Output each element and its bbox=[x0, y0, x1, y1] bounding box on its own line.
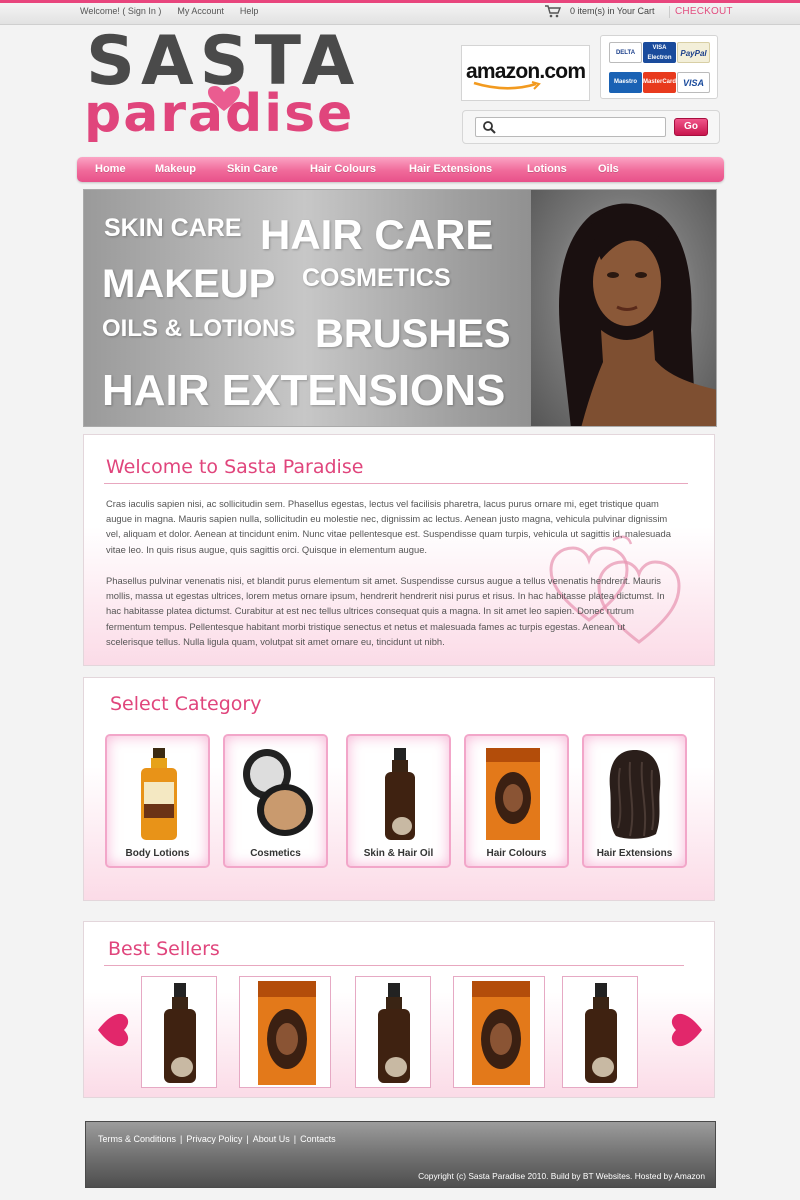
oil-bottle-icon bbox=[385, 748, 415, 840]
amazon-badge[interactable]: amazon.com bbox=[461, 45, 590, 101]
search-go-button[interactable]: Go bbox=[674, 118, 708, 136]
footer: Terms & Conditions | Privacy Policy | Ab… bbox=[85, 1121, 716, 1188]
banner-brushes: BRUSHES bbox=[315, 312, 511, 356]
nav-home[interactable]: Home bbox=[95, 163, 126, 175]
bestseller-coconut-oil-2[interactable] bbox=[355, 976, 431, 1088]
category-hair-colours[interactable]: Hair Colours bbox=[464, 734, 569, 868]
nav-makeup[interactable]: Makeup bbox=[155, 163, 196, 175]
category-label: Cosmetics bbox=[250, 848, 301, 859]
category-label: Hair Colours bbox=[486, 848, 547, 859]
divider bbox=[104, 965, 684, 966]
nav-oils[interactable]: Oils bbox=[598, 163, 619, 175]
nav-skin-care[interactable]: Skin Care bbox=[227, 163, 278, 175]
maestro-card-icon: Maestro bbox=[609, 72, 642, 93]
bestseller-hair-colour-1[interactable] bbox=[239, 976, 331, 1088]
main-nav: Home Makeup Skin Care Hair Colours Hair … bbox=[77, 157, 724, 182]
banner-hair-care: HAIR CARE bbox=[260, 211, 494, 258]
oil-bottle-icon bbox=[378, 983, 410, 1083]
search-icon bbox=[483, 121, 496, 134]
divider: | bbox=[180, 1134, 183, 1144]
hair-extension-icon bbox=[609, 750, 661, 839]
banner-cosmetics: COSMETICS bbox=[302, 264, 451, 292]
bestseller-hair-colour-2[interactable] bbox=[453, 976, 545, 1088]
logo-paradise[interactable]: paradise bbox=[84, 88, 354, 140]
banner-makeup: MAKEUP bbox=[102, 262, 276, 306]
nav-hair-colours[interactable]: Hair Colours bbox=[310, 163, 376, 175]
delta-card-icon: DELTA bbox=[609, 42, 642, 63]
divider: | bbox=[246, 1134, 249, 1144]
about-link[interactable]: About Us bbox=[253, 1134, 290, 1144]
payment-cards: DELTA VISA Electron PayPal Maestro Maste… bbox=[600, 35, 718, 99]
card-label: VISA bbox=[682, 78, 704, 88]
card-label: MasterCard bbox=[643, 79, 677, 85]
copyright-text: Copyright (c) Sasta Paradise 2010. Build… bbox=[418, 1171, 705, 1181]
cart-icon bbox=[545, 5, 562, 18]
welcome-paragraph-1: Cras iaculis sapien nisi, ac sollicitudi… bbox=[106, 498, 671, 555]
hair-colour-box-icon bbox=[258, 981, 316, 1085]
card-label: PayPal bbox=[680, 49, 707, 58]
hero-banner[interactable]: SKIN CARE HAIR CARE MAKEUP COSMETICS OIL… bbox=[83, 189, 717, 427]
mastercard-card-icon: MasterCard bbox=[643, 72, 676, 93]
welcome-panel: Welcome to Sasta Paradise Cras iaculis s… bbox=[83, 434, 715, 666]
welcome-paragraph-2: Phasellus pulvinar venenatis nisi, et bl… bbox=[106, 575, 665, 647]
banner-oils-lotions: OILS & LOTIONS bbox=[102, 315, 296, 342]
divider bbox=[104, 483, 688, 484]
body-lotion-bottle-icon bbox=[141, 748, 177, 840]
help-link[interactable]: Help bbox=[240, 6, 259, 16]
banner-skin-care: SKIN CARE bbox=[104, 214, 242, 242]
search-input[interactable] bbox=[475, 117, 666, 137]
nav-lotions[interactable]: Lotions bbox=[527, 163, 567, 175]
divider bbox=[669, 6, 670, 18]
compact-powder-icon bbox=[243, 749, 313, 836]
nav-hair-extensions[interactable]: Hair Extensions bbox=[409, 163, 492, 175]
bestseller-coconut-oil-1[interactable] bbox=[141, 976, 217, 1088]
terms-link[interactable]: Terms & Conditions bbox=[98, 1134, 176, 1144]
category-body-lotions[interactable]: Body Lotions bbox=[105, 734, 210, 868]
oil-bottle-icon bbox=[585, 983, 617, 1083]
card-label: Maestro bbox=[613, 79, 637, 85]
bestsellers-title: Best Sellers bbox=[108, 938, 220, 960]
cart-summary[interactable]: 0 item(s) in Your Cart bbox=[544, 4, 655, 18]
model-photo bbox=[531, 190, 716, 426]
cart-count[interactable]: 0 item(s) in Your Cart bbox=[570, 6, 655, 16]
bestseller-coconut-oil-3[interactable] bbox=[562, 976, 638, 1088]
card-label: VISA Electron bbox=[647, 45, 672, 61]
card-label: DELTA bbox=[615, 50, 636, 56]
category-label: Body Lotions bbox=[125, 848, 190, 859]
contacts-link[interactable]: Contacts bbox=[300, 1134, 336, 1144]
category-label: Skin & Hair Oil bbox=[363, 848, 434, 859]
top-links: Welcome! ( Sign In ) My Account Help bbox=[80, 6, 258, 16]
amazon-smile-icon bbox=[473, 81, 541, 90]
visa-card-icon: VISA bbox=[677, 72, 710, 93]
privacy-link[interactable]: Privacy Policy bbox=[186, 1134, 242, 1144]
hair-colour-box-icon bbox=[472, 981, 530, 1085]
hair-colour-box-icon bbox=[486, 748, 540, 840]
category-skin-hair-oil[interactable]: Skin & Hair Oil bbox=[346, 734, 451, 868]
paypal-card-icon: PayPal bbox=[677, 42, 710, 63]
carousel-prev-heart-icon[interactable] bbox=[96, 1012, 130, 1048]
category-label: Hair Extensions bbox=[596, 848, 673, 859]
category-title: Select Category bbox=[110, 693, 262, 715]
footer-links: Terms & Conditions | Privacy Policy | Ab… bbox=[98, 1134, 336, 1144]
checkout-link[interactable]: CHECKOUT bbox=[675, 6, 733, 17]
category-cosmetics[interactable]: Cosmetics bbox=[223, 734, 328, 868]
carousel-next-heart-icon[interactable] bbox=[670, 1012, 704, 1048]
sign-in-link[interactable]: Welcome! ( Sign In ) bbox=[80, 6, 161, 16]
welcome-title: Welcome to Sasta Paradise bbox=[106, 456, 364, 478]
oil-bottle-icon bbox=[164, 983, 196, 1083]
my-account-link[interactable]: My Account bbox=[177, 6, 224, 16]
banner-hair-extensions: HAIR EXTENSIONS bbox=[102, 366, 506, 415]
visa-electron-card-icon: VISA Electron bbox=[643, 42, 676, 63]
divider: | bbox=[293, 1134, 297, 1144]
category-hair-extensions[interactable]: Hair Extensions bbox=[582, 734, 687, 868]
